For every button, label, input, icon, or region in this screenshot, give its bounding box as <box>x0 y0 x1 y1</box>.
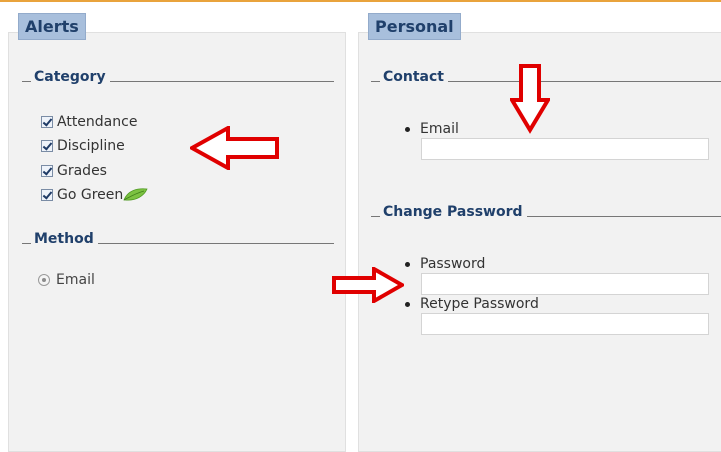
checkbox-discipline[interactable]: Discipline <box>41 137 125 155</box>
arrow-right-icon <box>332 267 404 303</box>
checkbox-checked-icon[interactable] <box>41 165 53 177</box>
retype-password-label-text: Retype Password <box>420 296 539 312</box>
change-password-section-header: Change Password <box>371 202 721 222</box>
bullet-icon <box>405 301 410 307</box>
email-field[interactable] <box>421 138 709 160</box>
divider <box>22 80 31 82</box>
divider <box>109 80 334 82</box>
checkbox-checked-icon[interactable] <box>41 116 53 128</box>
checkbox-label: Go Green <box>57 187 124 203</box>
arrow-left-icon <box>190 126 279 170</box>
divider <box>22 242 31 244</box>
divider <box>448 80 721 82</box>
checkbox-checked-icon[interactable] <box>41 140 53 152</box>
email-label: Email <box>405 120 459 138</box>
leaf-icon <box>123 188 148 201</box>
password-field[interactable] <box>421 273 709 295</box>
checkbox-label: Attendance <box>57 114 138 130</box>
category-section-header: Category <box>22 67 334 87</box>
divider <box>371 80 380 82</box>
category-title: Category <box>34 69 106 85</box>
checkbox-attendance[interactable]: Attendance <box>41 113 137 131</box>
password-label: Password <box>405 255 485 273</box>
checkbox-grades[interactable]: Grades <box>41 162 107 180</box>
divider <box>371 215 380 217</box>
change-password-title: Change Password <box>383 204 523 220</box>
bullet-icon <box>405 261 410 267</box>
checkbox-label: Discipline <box>57 138 125 154</box>
retype-password-field[interactable] <box>421 313 709 335</box>
radio-email[interactable]: Email <box>38 271 95 289</box>
checkbox-go-green[interactable]: Go Green <box>41 186 148 204</box>
divider <box>97 242 334 244</box>
contact-title: Contact <box>383 69 444 85</box>
checkbox-label: Grades <box>57 163 107 179</box>
divider <box>526 215 721 217</box>
tab-personal[interactable]: Personal <box>368 13 461 40</box>
method-title: Method <box>34 231 94 247</box>
radio-selected-icon[interactable] <box>38 274 50 286</box>
method-section-header: Method <box>22 229 334 249</box>
checkbox-checked-icon[interactable] <box>41 189 53 201</box>
tab-alerts[interactable]: Alerts <box>18 13 86 40</box>
retype-password-label: Retype Password <box>405 295 539 313</box>
header-accent-line <box>0 0 721 2</box>
radio-label: Email <box>56 272 95 288</box>
bullet-icon <box>405 126 410 132</box>
arrow-down-icon <box>510 64 550 134</box>
password-label-text: Password <box>420 256 486 272</box>
email-label-text: Email <box>420 121 459 137</box>
